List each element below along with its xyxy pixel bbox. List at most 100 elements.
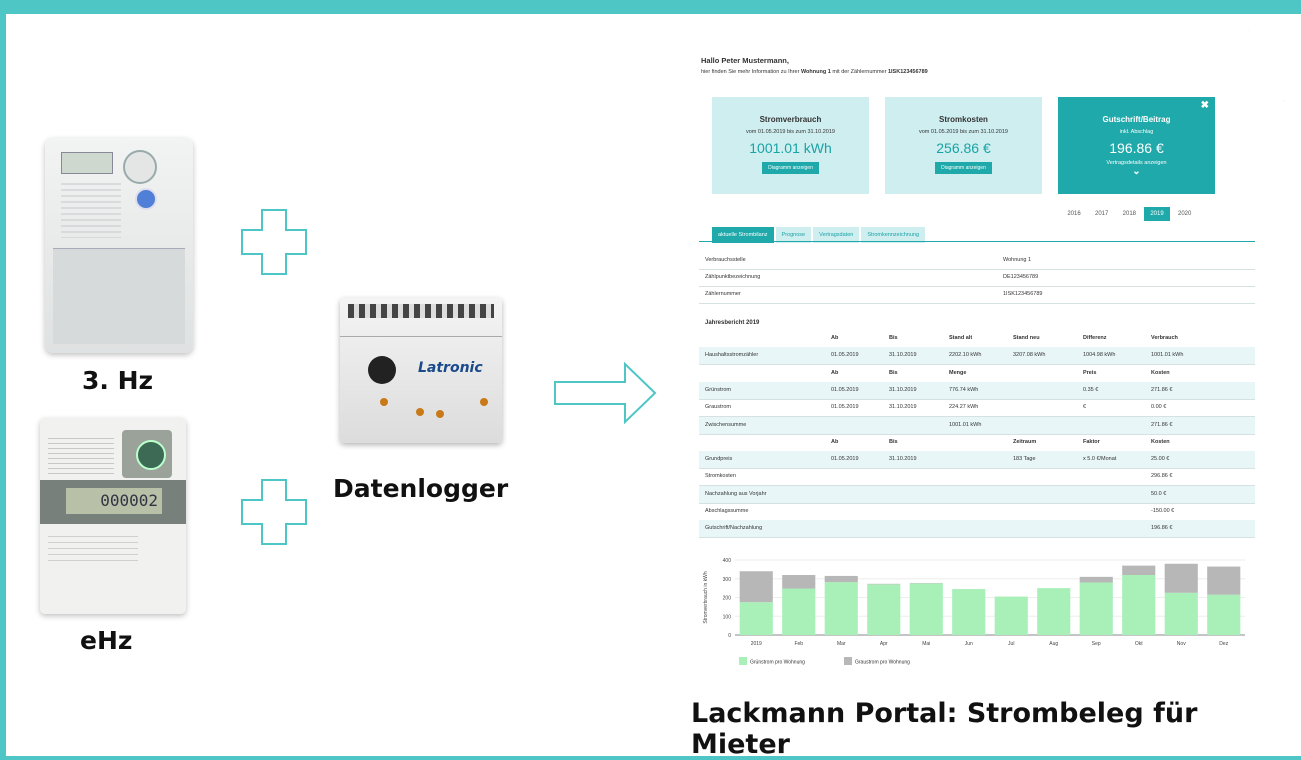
bar-segment (1122, 575, 1155, 635)
table-row: Grünstrom01.05.201931.10.2019776.74 kWh0… (699, 382, 1255, 400)
y-tick-label: 400 (723, 558, 732, 564)
table-cell: Differenz (1083, 335, 1107, 341)
year-2017[interactable]: 2017 (1089, 211, 1115, 217)
x-tick-label: Okt (1135, 641, 1143, 647)
table-cell: x 5.0 €/Monat (1083, 456, 1116, 462)
bar-segment (952, 589, 985, 635)
table-cell: Stromkosten (705, 473, 736, 479)
table-cell: Bis (889, 370, 898, 376)
table-cell: Kosten (1151, 370, 1170, 376)
card-credit: ✖ Gutschrift/Beitrag inkl. Abschlag 196.… (1058, 97, 1215, 194)
year-selector: 2016 2017 2018 2019 2020 (1061, 207, 1198, 221)
table-cell: 31.10.2019 (889, 404, 917, 410)
year-2018[interactable]: 2018 (1116, 211, 1142, 217)
y-tick-label: 300 (723, 577, 732, 583)
y-tick-label: 200 (723, 596, 732, 602)
table-row: Graustrom01.05.201931.10.2019224.27 kWh€… (699, 399, 1255, 417)
x-tick-label: 2019 (751, 641, 762, 647)
table-cell: Grünstrom (705, 387, 731, 393)
table-cell: 196.86 € (1151, 525, 1172, 531)
table-row: Grundpreis 01.05.2019 31.10.2019 183 Tage x … (699, 451, 1255, 469)
table-row: Zwischensumme1001.01 kWh271.86 € (699, 417, 1255, 435)
bar-segment (867, 584, 900, 585)
table-cell: 776.74 kWh (949, 387, 978, 393)
arrow-right-icon (553, 362, 657, 424)
table-cell: 3207.08 kWh (1013, 352, 1045, 358)
table-cell: 1001.01 kWh (1151, 352, 1183, 358)
x-tick-label: Jul (1008, 641, 1014, 647)
x-tick-label: Aug (1049, 641, 1058, 647)
info-label: Zählernummer (705, 291, 741, 297)
report-title: Jahresbericht 2019 (705, 320, 759, 326)
bar-segment (867, 584, 900, 635)
x-tick-label: Mar (837, 641, 846, 647)
bar-segment (1165, 593, 1198, 635)
table-cell: 271.86 € (1151, 387, 1172, 393)
caption: Lackmann Portal: Strombeleg für Mieter (691, 698, 1301, 760)
table-cell: Faktor (1083, 439, 1100, 445)
plus-icon (240, 208, 308, 276)
bar-segment (995, 597, 1028, 635)
legend-label: Grünstrom pro Wohnung (750, 660, 805, 666)
ehz-meter-image: 000002 (40, 418, 186, 614)
close-icon[interactable]: ✖ (1201, 100, 1209, 111)
show-chart-button[interactable]: Diagramm anzeigen (762, 162, 819, 174)
chevron-down-icon[interactable]: ⌄ (1058, 166, 1215, 177)
table-cell: 01.05.2019 (831, 404, 859, 410)
table-cell: 25.00 € (1151, 456, 1169, 462)
table-cell: Graustrom (705, 404, 731, 410)
table-cell: Zwischensumme (705, 422, 746, 428)
table-cell: Menge (949, 370, 966, 376)
info-value: 1ISK123456789 (1003, 291, 1042, 297)
info-value: DE123456789 (1003, 274, 1038, 280)
x-tick-label: Apr (880, 641, 888, 647)
year-2016[interactable]: 2016 (1061, 211, 1087, 217)
table-cell: Abschlagssumme (705, 508, 748, 514)
table-cell: 183 Tage (1013, 456, 1036, 462)
table-cell: 31.10.2019 (889, 456, 917, 462)
legend-swatch (844, 657, 852, 665)
x-tick-label: Nov (1177, 641, 1186, 647)
table-cell: 1004.98 kWh (1083, 352, 1115, 358)
meter1-label: 3. Hz (82, 366, 153, 395)
table-cell: Nachzahlung aus Vorjahr (705, 491, 766, 497)
card-costs: Stromkosten vom 01.05.2019 bis zum 31.10… (885, 97, 1042, 194)
bar-segment (1080, 577, 1113, 583)
table-row: Nachzahlung aus Vorjahr 50.0 € (699, 486, 1255, 504)
logger-label: Datenlogger (333, 474, 508, 503)
x-tick-label: Feb (794, 641, 803, 647)
bar-segment (782, 589, 815, 636)
show-chart-button[interactable]: Diagramm anzeigen (935, 162, 992, 174)
x-tick-label: Dez (1219, 641, 1228, 647)
table-cell: Stand neu (1013, 335, 1040, 341)
bar-segment (1122, 566, 1155, 575)
x-tick-label: Mai (922, 641, 930, 647)
table-cell: Gutschrift/Nachzahlung (705, 525, 762, 531)
y-tick-label: 100 (723, 614, 732, 620)
table-cell: 296.86 € (1151, 473, 1172, 479)
table-cell: Haushaltsstromzähler (705, 352, 758, 358)
table-cell: 01.05.2019 (831, 352, 859, 358)
intro-text: hier finden Sie mehr Information zu Ihre… (701, 69, 928, 75)
table-cell: 01.05.2019 (831, 456, 859, 462)
bar-segment (1207, 595, 1240, 635)
three-phase-meter-image (45, 138, 193, 353)
info-row: VerbrauchsstelleWohnung 1 (699, 252, 1255, 270)
x-tick-label: Sep (1092, 641, 1101, 647)
x-tick-label: Jun (965, 641, 973, 647)
table-cell: 31.10.2019 (889, 352, 917, 358)
year-2020[interactable]: 2020 (1172, 211, 1198, 217)
year-2019[interactable]: 2019 (1144, 207, 1170, 221)
table-cell: 31.10.2019 (889, 387, 917, 393)
table-cell: Ab (831, 370, 838, 376)
table-cell: 0.35 € (1083, 387, 1098, 393)
table-cell: 50.0 € (1151, 491, 1166, 497)
table-cell: Grundpreis (705, 456, 732, 462)
bar-segment (910, 583, 943, 635)
table-cell: Stand alt (949, 335, 972, 341)
table-cell: 2202.10 kWh (949, 352, 981, 358)
bar-segment (782, 575, 815, 589)
table-cell: 271.86 € (1151, 422, 1172, 428)
bar-segment (740, 602, 773, 635)
info-row: ZählpunktbezeichnungDE123456789 (699, 269, 1255, 287)
